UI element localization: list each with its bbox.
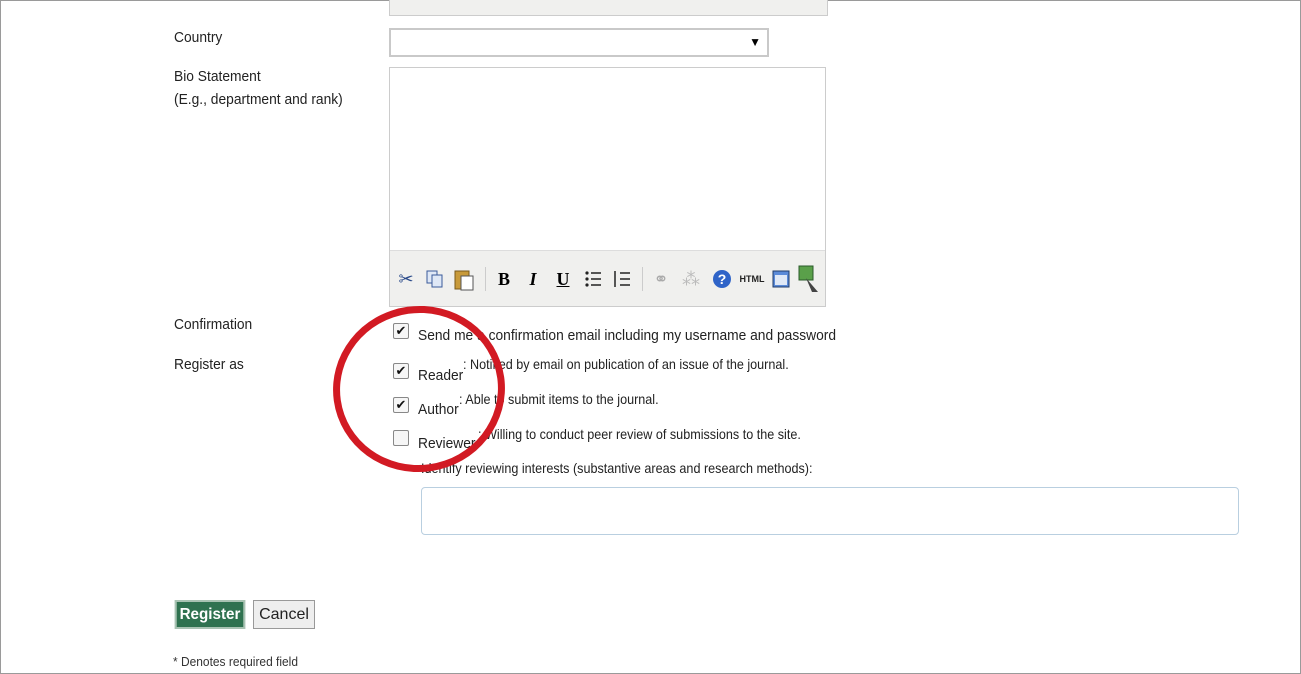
unlink-icon[interactable]: ⁂ <box>680 266 702 292</box>
toolbar-separator <box>485 267 486 291</box>
help-icon[interactable]: ? <box>710 266 734 292</box>
html-icon[interactable]: HTML <box>738 266 766 292</box>
confirmation-checkbox[interactable]: ✔ <box>393 323 409 339</box>
bullet-list-icon[interactable] <box>582 266 604 292</box>
author-label: Author <box>418 401 459 418</box>
copy-icon[interactable] <box>424 266 446 292</box>
bio-editor[interactable]: ✂ B I U ⚭ ⁂ ? HTML <box>389 67 826 307</box>
country-select[interactable]: ▼ <box>389 28 769 57</box>
image-upload-icon[interactable] <box>796 265 822 292</box>
link-icon[interactable]: ⚭ <box>650 266 672 292</box>
reviewer-checkbox[interactable] <box>393 430 409 446</box>
country-label: Country <box>174 29 223 46</box>
paste-icon[interactable] <box>452 266 476 292</box>
interests-input[interactable] <box>421 487 1239 535</box>
editor-toolbar-top <box>389 0 828 16</box>
cancel-button[interactable]: Cancel <box>253 600 315 629</box>
italic-icon[interactable]: I <box>522 266 544 292</box>
numbered-list-icon[interactable] <box>611 266 633 292</box>
required-field-note: * Denotes required field <box>173 654 298 669</box>
confirmation-label: Confirmation <box>174 316 253 333</box>
reviewer-desc: : Willing to conduct peer review of subm… <box>478 426 801 442</box>
register-as-label: Register as <box>174 356 244 373</box>
reviewer-label: Reviewer <box>418 435 476 452</box>
bio-label: Bio Statement <box>174 68 261 85</box>
editor-toolbar: ✂ B I U ⚭ ⁂ ? HTML <box>390 250 825 306</box>
underline-icon[interactable]: U <box>552 266 574 292</box>
cut-icon[interactable]: ✂ <box>395 266 417 292</box>
interests-label: Identify reviewing interests (substantiv… <box>421 460 813 476</box>
toolbar-separator <box>642 267 643 291</box>
author-checkbox[interactable]: ✔ <box>393 397 409 413</box>
bio-hint: (E.g., department and rank) <box>174 91 343 108</box>
reader-label: Reader <box>418 367 464 384</box>
reader-checkbox[interactable]: ✔ <box>393 363 409 379</box>
fullscreen-icon[interactable] <box>770 266 792 292</box>
author-desc: : Able to submit items to the journal. <box>459 391 659 407</box>
confirmation-text: Send me a confirmation email including m… <box>418 327 837 344</box>
register-button[interactable]: Register <box>174 600 246 629</box>
svg-text:?: ? <box>718 271 727 287</box>
dropdown-arrow-icon: ▼ <box>749 35 761 49</box>
bold-icon[interactable]: B <box>493 266 515 292</box>
reader-desc: : Notified by email on publication of an… <box>463 356 789 372</box>
